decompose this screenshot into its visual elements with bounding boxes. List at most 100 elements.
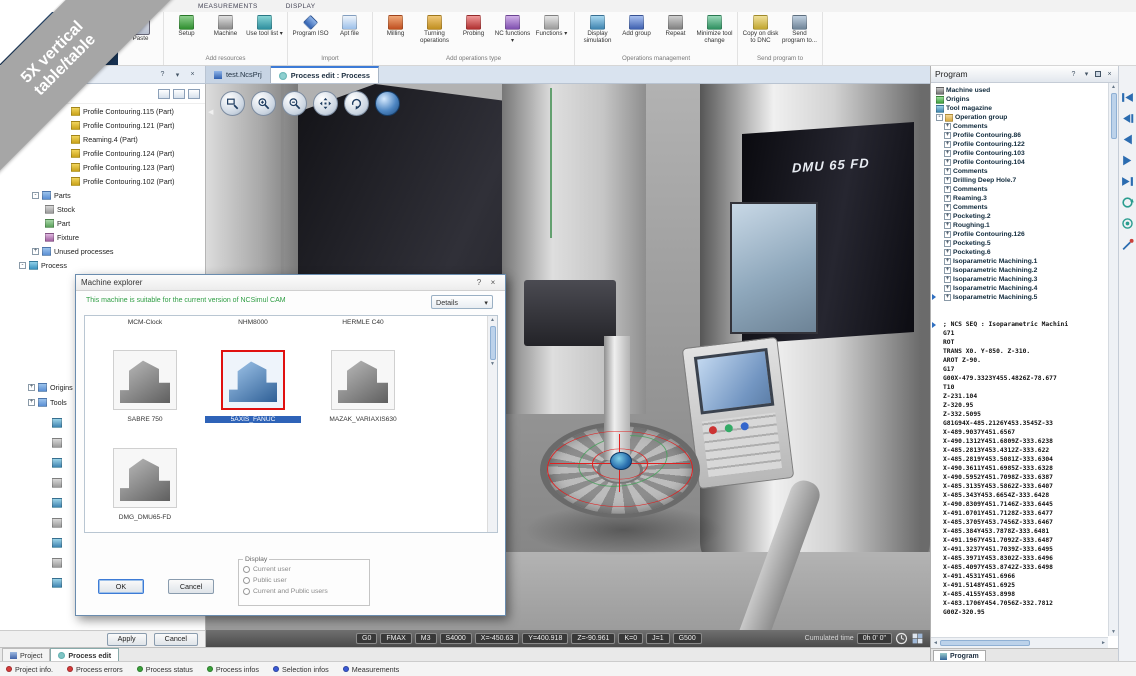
tree-item-stock[interactable]: Stock bbox=[0, 202, 205, 216]
ribbon-button-display-simulation[interactable]: Display simulation bbox=[578, 13, 617, 55]
expand-icon[interactable]: + bbox=[944, 123, 951, 130]
expand-icon[interactable]: + bbox=[944, 141, 951, 148]
panel-close-icon[interactable]: × bbox=[1105, 71, 1114, 78]
program-operation-isoparametric-machining-2-16[interactable]: +Isoparametric Machining.2 bbox=[931, 266, 1108, 275]
document-tab-test-ncsprj[interactable]: test.NcsPrj bbox=[206, 66, 271, 83]
expand-icon[interactable]: + bbox=[944, 249, 951, 256]
ribbon-button-add-group[interactable]: Add group bbox=[617, 13, 656, 55]
tree-item-profile-contouring-115-part[interactable]: Profile Contouring.115 (Part) bbox=[0, 104, 205, 118]
panel-dropdown-icon[interactable]: ▾ bbox=[1082, 70, 1091, 78]
ribbon-tab-measurements[interactable]: MEASUREMENTS bbox=[198, 3, 258, 10]
machine-thumb-mazak-variaxis630[interactable] bbox=[331, 350, 395, 410]
expand-icon[interactable]: + bbox=[944, 186, 951, 193]
expand-icon[interactable]: + bbox=[944, 168, 951, 175]
zoom-window-button[interactable] bbox=[220, 91, 245, 116]
tree-item-unused-processes[interactable]: +Unused processes bbox=[0, 244, 205, 258]
panel-menu-icon[interactable]: ▾ bbox=[173, 71, 182, 79]
expand-icon[interactable]: + bbox=[944, 213, 951, 220]
status-project-info[interactable]: Project info. bbox=[6, 665, 53, 674]
expand-icon[interactable]: + bbox=[944, 285, 951, 292]
program-operation-pocketing-6-14[interactable]: +Pocketing.6 bbox=[931, 248, 1108, 257]
tree-item-process[interactable]: -Process bbox=[0, 258, 205, 272]
status-measurements[interactable]: Measurements bbox=[343, 665, 400, 674]
rotate-view-button[interactable] bbox=[344, 91, 369, 116]
program-vertical-scrollbar[interactable]: ▲ ▼ bbox=[1108, 83, 1118, 636]
dialog-titlebar[interactable]: Machine explorer ? × bbox=[76, 275, 505, 291]
machine-name-sabre-750[interactable]: SABRE 750 bbox=[97, 416, 193, 423]
machine-thumb-sabre-750[interactable] bbox=[113, 350, 177, 410]
dialog-help-icon[interactable]: ? bbox=[472, 278, 486, 287]
scroll-right-icon[interactable]: ► bbox=[1099, 640, 1108, 646]
scroll-down-icon[interactable]: ▼ bbox=[490, 360, 495, 368]
expand-icon[interactable]: + bbox=[944, 231, 951, 238]
expand-icon[interactable]: + bbox=[944, 132, 951, 139]
machine-name-hermle-c40[interactable]: HERMLE C40 bbox=[315, 319, 411, 326]
ribbon-button-probing[interactable]: Probing bbox=[454, 13, 493, 55]
tree-item-profile-contouring-121-part[interactable]: Profile Contouring.121 (Part) bbox=[0, 118, 205, 132]
machine-list-scrollbar[interactable]: ▲ ▼ bbox=[487, 316, 497, 532]
grid-icon-slot[interactable] bbox=[911, 632, 924, 645]
program-operation-roughing-1-11[interactable]: +Roughing.1 bbox=[931, 221, 1108, 230]
tree-item-origins[interactable]: +Origins bbox=[28, 380, 73, 395]
skip-end-button[interactable] bbox=[1121, 174, 1135, 188]
scroll-left-icon[interactable]: ◄ bbox=[931, 640, 940, 646]
ribbon-button-apt-file[interactable]: Apt file bbox=[330, 13, 369, 55]
status-process-infos[interactable]: Process infos bbox=[207, 665, 259, 674]
probe-button[interactable] bbox=[1121, 237, 1135, 251]
machine-thumb-dmg-dmu65-fd[interactable] bbox=[113, 448, 177, 508]
expand-icon[interactable]: + bbox=[944, 150, 951, 157]
tree-item-profile-contouring-123-part[interactable]: Profile Contouring.123 (Part) bbox=[0, 160, 205, 174]
ribbon-button-minimize-tool-change[interactable]: Minimize tool change bbox=[695, 13, 734, 55]
workspace-tab-process-edit[interactable]: Process edit bbox=[50, 648, 119, 661]
workspace-tab-project[interactable]: Project bbox=[2, 648, 50, 661]
program-operation-profile-contouring-86-1[interactable]: +Profile Contouring.86 bbox=[931, 131, 1108, 140]
loop-button[interactable] bbox=[1121, 195, 1135, 209]
tree-item-reaming-4-part[interactable]: Reaming.4 (Part) bbox=[0, 132, 205, 146]
ribbon-button-send-program-to[interactable]: Send program to... bbox=[780, 13, 819, 55]
machine-name-mcm-clock[interactable]: MCM-Clock bbox=[97, 319, 193, 326]
program-operation-comments-5[interactable]: +Comments bbox=[931, 167, 1108, 176]
skip-start-button[interactable] bbox=[1121, 90, 1135, 104]
scrollbar-thumb[interactable] bbox=[940, 640, 1030, 646]
pan-button[interactable] bbox=[313, 91, 338, 116]
ribbon-button-use-tool-list[interactable]: Use tool list ▾ bbox=[245, 13, 284, 55]
expand-icon[interactable]: + bbox=[944, 195, 951, 202]
zoom-out-button[interactable] bbox=[282, 91, 307, 116]
program-panel-header[interactable]: Program ? ▾ × bbox=[931, 66, 1118, 83]
document-tab-process-edit-process[interactable]: Process edit : Process bbox=[271, 66, 379, 83]
tree-item-parts[interactable]: -Parts bbox=[0, 188, 205, 202]
list-view-icon[interactable] bbox=[158, 89, 170, 99]
expand-icon[interactable]: + bbox=[944, 267, 951, 274]
panel-pin-icon[interactable] bbox=[1095, 71, 1101, 77]
ribbon-button-program-iso[interactable]: Program ISO bbox=[291, 13, 330, 55]
program-operation-isoparametric-machining-3-17[interactable]: +Isoparametric Machining.3 bbox=[931, 275, 1108, 284]
cancel-button[interactable]: Cancel bbox=[154, 633, 198, 646]
radio-current-user[interactable]: Current user bbox=[243, 564, 365, 575]
ribbon-button-milling[interactable]: Milling bbox=[376, 13, 415, 55]
program-node-machine-used[interactable]: Machine used bbox=[931, 86, 1108, 95]
expand-icon[interactable]: + bbox=[944, 177, 951, 184]
program-operation-profile-contouring-103-3[interactable]: +Profile Contouring.103 bbox=[931, 149, 1108, 158]
expand-icon[interactable]: + bbox=[944, 222, 951, 229]
target-button[interactable] bbox=[1121, 216, 1135, 230]
grid-view-icon[interactable] bbox=[188, 89, 200, 99]
program-operation-comments-0[interactable]: +Comments bbox=[931, 122, 1108, 131]
collapse-icon[interactable]: - bbox=[936, 114, 943, 121]
status-process-status[interactable]: Process status bbox=[137, 665, 193, 674]
machine-name-5axis-fanuc[interactable]: 5AXIS_FANUC bbox=[205, 416, 301, 423]
panel-help-icon[interactable]: ? bbox=[1069, 71, 1078, 78]
expand-icon[interactable]: + bbox=[944, 240, 951, 247]
tree-item-fixture[interactable]: Fixture bbox=[0, 230, 205, 244]
view-sphere-button[interactable] bbox=[375, 91, 400, 116]
program-operation-isoparametric-machining-4-18[interactable]: +Isoparametric Machining.4 bbox=[931, 284, 1108, 293]
machine-name-dmg-dmu65-fd[interactable]: DMG_DMU65-FD bbox=[97, 514, 193, 521]
scrollbar-thumb[interactable] bbox=[1111, 93, 1117, 139]
program-node-operation-group[interactable]: -Operation group bbox=[931, 113, 1108, 122]
dialog-close-icon[interactable]: × bbox=[486, 278, 500, 287]
ok-button[interactable]: OK bbox=[98, 579, 144, 594]
radio-current-and-public-users[interactable]: Current and Public users bbox=[243, 586, 365, 597]
program-operation-comments-7[interactable]: +Comments bbox=[931, 185, 1108, 194]
expand-icon[interactable]: + bbox=[28, 384, 35, 391]
program-operation-isoparametric-machining-5-19[interactable]: +Isoparametric Machining.5 bbox=[931, 293, 1108, 302]
program-operation-profile-contouring-122-2[interactable]: +Profile Contouring.122 bbox=[931, 140, 1108, 149]
